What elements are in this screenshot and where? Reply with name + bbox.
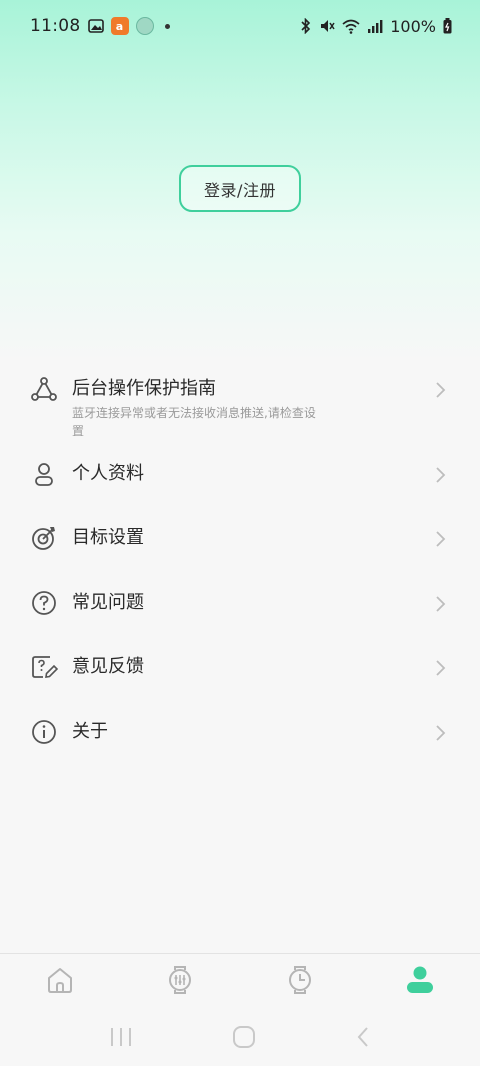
clock-watch-icon [289, 965, 311, 994]
chevron-right-icon [436, 725, 446, 741]
question-icon [30, 589, 58, 617]
menu-label: 个人资料 [72, 463, 144, 484]
bluetooth-icon [300, 18, 312, 34]
person-icon [30, 460, 58, 488]
target-icon [30, 524, 58, 552]
notification-dot-icon [164, 23, 170, 29]
chevron-right-icon [436, 660, 446, 676]
tab-home[interactable] [30, 960, 90, 1000]
app-icon: a [110, 17, 129, 35]
menu-label: 常见问题 [72, 592, 144, 613]
tab-profile[interactable] [390, 960, 450, 1000]
watch-icon [169, 965, 191, 994]
menu-item-about[interactable]: 关于 [0, 718, 480, 746]
tab-device[interactable] [150, 960, 210, 1000]
menu-item-feedback[interactable]: 意见反馈 [0, 653, 480, 681]
menu-label: 后台操作保护指南 [72, 378, 216, 399]
gallery-icon [87, 19, 104, 33]
home-button-icon[interactable] [232, 1025, 256, 1053]
system-nav-bar [0, 1012, 480, 1066]
signal-icon [367, 19, 383, 33]
menu-item-goal-settings[interactable]: 目标设置 [0, 524, 480, 552]
menu-label: 目标设置 [72, 527, 144, 548]
battery-icon [443, 18, 452, 34]
chevron-right-icon [436, 467, 446, 483]
wifi-icon [342, 19, 360, 34]
share-network-icon [30, 375, 58, 403]
back-icon[interactable] [355, 1025, 371, 1053]
status-bar: 11:08 a 100% [0, 0, 480, 52]
battery-level: 100% [390, 16, 436, 36]
chevron-right-icon [436, 531, 446, 547]
chevron-right-icon [436, 596, 446, 612]
menu-label: 关于 [72, 721, 108, 742]
mute-icon [319, 18, 335, 34]
recent-apps-icon[interactable] [109, 1026, 133, 1052]
tab-activity[interactable] [270, 960, 330, 1000]
chevron-right-icon [436, 382, 446, 398]
status-time: 11:08 [30, 16, 81, 36]
person-filled-icon [407, 966, 433, 993]
login-register-button[interactable]: 登录/注册 [179, 165, 301, 212]
menu-item-background-protection[interactable]: 后台操作保护指南 蓝牙连接异常或者无法接收消息推送,请检查设置 [0, 375, 480, 440]
login-register-label: 登录/注册 [204, 180, 276, 200]
app-icon-2 [135, 17, 154, 35]
info-icon [30, 718, 58, 746]
feedback-icon [30, 653, 58, 681]
home-icon [48, 967, 72, 993]
menu-item-faq[interactable]: 常见问题 [0, 589, 480, 617]
menu-item-profile[interactable]: 个人资料 [0, 460, 480, 488]
menu-label: 意见反馈 [72, 656, 144, 677]
menu-sublabel: 蓝牙连接异常或者无法接收消息推送,请检查设置 [72, 406, 316, 438]
bottom-nav [0, 953, 480, 1005]
